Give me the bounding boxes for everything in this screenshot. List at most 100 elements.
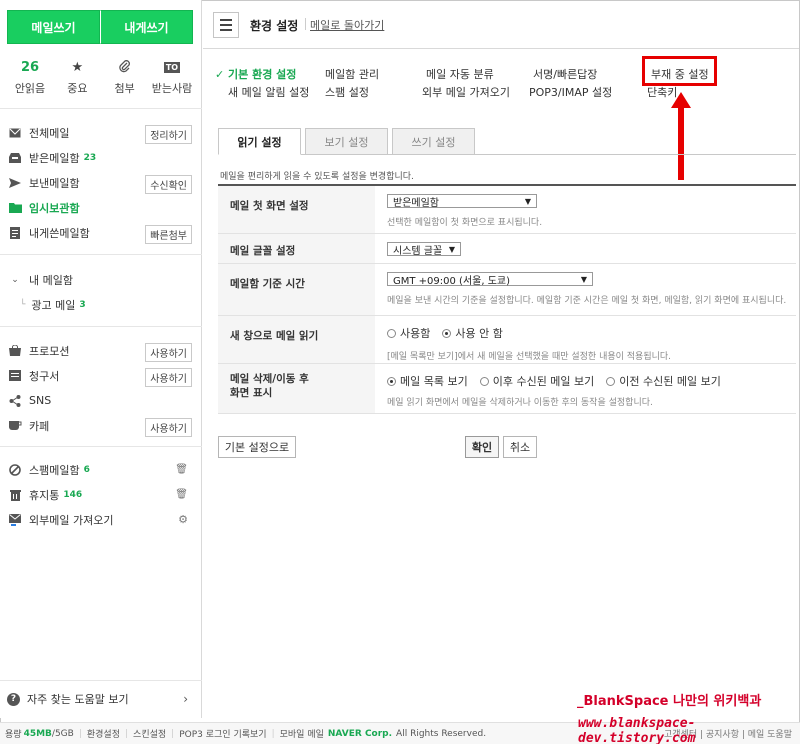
divider — [0, 254, 202, 255]
quick-attach-button[interactable]: 빠른첨부 — [145, 225, 192, 244]
folder-label: 프로모션 — [29, 344, 70, 358]
unread-count: 26 — [20, 59, 40, 75]
row-label: 메일함 기준 시간 — [218, 264, 375, 315]
folder-all-mail[interactable]: 전체메일 정리하기 — [0, 120, 202, 145]
quick-attachment[interactable]: 첨부 — [103, 58, 147, 96]
nav-mailbox-manage[interactable]: 메일함 관리 — [325, 66, 379, 82]
help-link[interactable]: ? 자주 찾는 도움말 보기 › — [0, 688, 202, 710]
radio-previous-mail[interactable]: 이전 수신된 메일 보기 — [606, 373, 721, 389]
cancel-button[interactable]: 취소 — [503, 436, 537, 458]
footer-link-pop3-log[interactable]: POP3 로그인 기록보기 — [179, 727, 266, 740]
my-folders: ⌄ 내 메일함 └ 광고 메일 3 — [0, 267, 202, 317]
folder-ad-mail[interactable]: └ 광고 메일 3 — [0, 292, 202, 317]
radio-mail-list[interactable]: 메일 목록 보기 — [387, 373, 468, 389]
confirm-button[interactable]: 확인 — [465, 436, 499, 458]
tab-view-settings[interactable]: 보기 설정 — [305, 128, 388, 155]
write-to-self-button[interactable]: 내게쓰기 — [100, 10, 193, 44]
unread-badge: 3 — [79, 299, 86, 310]
radio-next-mail[interactable]: 이후 수신된 메일 보기 — [479, 373, 595, 389]
inbox-icon — [8, 152, 22, 164]
radio-circle — [606, 376, 616, 386]
row-after-delete: 메일 삭제/이동 후 화면 표시 메일 목록 보기 이후 수신된 메일 보기 이… — [218, 364, 796, 414]
nav-basic-settings[interactable]: ✓ 기본 환경 설정 — [215, 66, 296, 82]
folder-label: SNS — [29, 394, 52, 407]
radio-use[interactable]: 사용함 — [387, 325, 430, 341]
quick-important[interactable]: ★ 중요 — [55, 58, 99, 96]
nav-spam-settings[interactable]: 스팸 설정 — [325, 84, 369, 100]
folder-label: 외부메일 가져오기 — [29, 513, 114, 527]
radio-label: 이후 수신된 메일 보기 — [492, 375, 595, 388]
folder-trash[interactable]: 휴지통 146 🗑 — [0, 482, 202, 507]
first-screen-select[interactable]: 받은메일함 ▼ — [387, 194, 537, 209]
folder-sent[interactable]: 보낸메일함 수신확인 — [0, 170, 202, 195]
tree-branch-icon: └ — [20, 299, 26, 310]
usage-total: /5GB — [51, 728, 74, 739]
paperclip-icon — [103, 58, 147, 76]
dropdown-arrow-icon: ▼ — [448, 244, 455, 254]
enable-cafe-button[interactable]: 사용하기 — [145, 418, 192, 437]
radio-circle-selected — [442, 328, 452, 338]
unread-badge: 146 — [63, 489, 83, 500]
select-value: GMT +09:00 (서울, 도쿄) — [393, 275, 511, 287]
folder-bills[interactable]: 청구서 사용하기 — [0, 363, 202, 388]
menu-toggle-button[interactable] — [213, 12, 239, 38]
nav-pop3-imap[interactable]: POP3/IMAP 설정 — [529, 84, 612, 100]
folder-external[interactable]: 외부메일 가져오기 ⚙ — [0, 507, 202, 532]
footer-link-settings[interactable]: 환경설정 — [87, 727, 120, 740]
nav-new-mail-alert[interactable]: 새 메일 알림 설정 — [228, 84, 309, 100]
gear-icon[interactable]: ⚙ — [178, 513, 188, 526]
nav-signature[interactable]: 서명/빠른답장 — [533, 66, 597, 82]
help-text: 메일 읽기 화면에서 메일을 삭제하거나 이동한 후의 동작을 설정합니다. — [387, 398, 653, 408]
radio-label: 메일 목록 보기 — [400, 375, 468, 388]
folder-inbox[interactable]: 받은메일함 23 — [0, 145, 202, 170]
reset-default-button[interactable]: 기본 설정으로 — [218, 436, 296, 458]
enable-bills-button[interactable]: 사용하기 — [145, 368, 192, 387]
all-mail-icon — [8, 127, 22, 139]
nav-external-mail[interactable]: 외부 메일 가져오기 — [422, 84, 510, 100]
organize-button[interactable]: 정리하기 — [145, 125, 192, 144]
folder-cafe[interactable]: 카페 사용하기 — [0, 413, 202, 438]
back-to-mail-link[interactable]: 메일로 돌아가기 — [310, 17, 384, 33]
smart-folders: 프로모션 사용하기 청구서 사용하기 SNS 카페 사용하기 — [0, 338, 202, 438]
tab-write-settings[interactable]: 쓰기 설정 — [392, 128, 475, 155]
new-window-radios: 사용함 사용 안 함 — [387, 325, 796, 341]
dropdown-arrow-icon: ▼ — [524, 196, 531, 206]
radio-circle-selected — [387, 376, 396, 386]
radio-label: 사용함 — [400, 327, 431, 340]
row-font: 메일 글꼴 설정 시스템 글꼴 ▼ — [218, 234, 796, 264]
row-label-line: 화면 표시 — [230, 387, 273, 399]
my-folders-toggle[interactable]: ⌄ 내 메일함 — [0, 267, 202, 292]
radio-not-use[interactable]: 사용 안 함 — [442, 325, 503, 341]
timezone-select[interactable]: GMT +09:00 (서울, 도쿄) ▼ — [387, 272, 593, 287]
folder-sns[interactable]: SNS — [0, 388, 202, 413]
footer-link-mobile[interactable]: 모바일 메일 — [280, 727, 324, 740]
empty-trash-icon[interactable]: 🗑 — [175, 489, 188, 500]
folder-self-mail[interactable]: 내게쓴메일함 빠른첨부 — [0, 220, 202, 245]
empty-spam-icon[interactable]: 🗑 — [175, 464, 188, 475]
to-icon: TO — [150, 58, 194, 76]
footer-link-skin[interactable]: 스킨설정 — [133, 727, 166, 740]
font-select[interactable]: 시스템 글꼴 ▼ — [387, 242, 461, 257]
after-delete-radios: 메일 목록 보기 이후 수신된 메일 보기 이전 수신된 메일 보기 — [387, 373, 796, 389]
read-receipt-button[interactable]: 수신확인 — [145, 175, 192, 194]
folder-label: 받은메일함 — [29, 151, 80, 165]
folder-spam[interactable]: 스팸메일함 6 🗑 — [0, 457, 202, 482]
nav-auto-sort[interactable]: 메일 자동 분류 — [426, 66, 494, 82]
quick-label: 중요 — [67, 82, 88, 95]
select-value: 받은메일함 — [393, 197, 439, 209]
write-mail-button[interactable]: 메일쓰기 — [7, 10, 100, 44]
divider — [305, 18, 306, 30]
naver-logo[interactable]: NAVER Corp. — [328, 729, 392, 739]
folder-drafts[interactable]: 임시보관함 — [0, 195, 202, 220]
tab-read-settings[interactable]: 읽기 설정 — [218, 128, 301, 155]
folder-promotion[interactable]: 프로모션 사용하기 — [0, 338, 202, 363]
divider — [0, 326, 202, 327]
folder-list: 전체메일 정리하기 받은메일함 23 보낸메일함 수신확인 임시보관함 내게쓴메… — [0, 120, 202, 245]
folder-label: 보낸메일함 — [29, 176, 80, 190]
quick-unread[interactable]: 26 안읽음 — [8, 58, 52, 96]
quick-to-me[interactable]: TO 받는사람 — [150, 58, 194, 96]
settings-header: 환경 설정 메일로 돌아가기 — [203, 0, 799, 49]
radio-circle — [387, 328, 396, 338]
enable-promotion-button[interactable]: 사용하기 — [145, 343, 192, 362]
divider: | — [271, 728, 275, 739]
